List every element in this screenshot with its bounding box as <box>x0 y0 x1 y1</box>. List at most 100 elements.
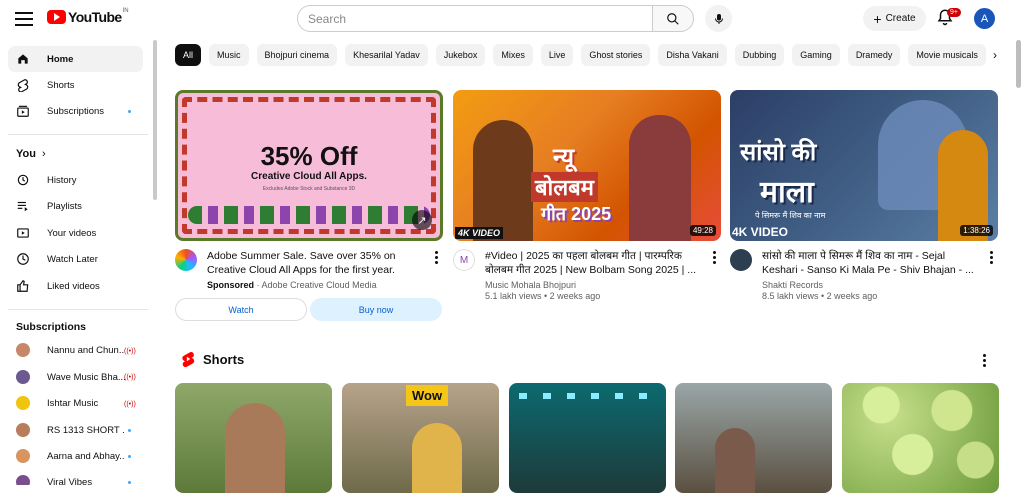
sidebar-item-label: Subscriptions <box>47 105 105 117</box>
sidebar-item-label: Playlists <box>47 200 82 212</box>
sidebar-subscription-item[interactable]: Nannu and Chun... <box>8 337 143 363</box>
live-icon: ((•)) <box>124 401 136 408</box>
short-thumbnail[interactable]: Wow <box>342 383 499 493</box>
short-thumbnail[interactable] <box>842 383 999 493</box>
chip[interactable]: Jukebox <box>435 44 486 66</box>
open-external-icon[interactable]: ↗ <box>412 210 432 230</box>
video-thumbnail[interactable]: न्यू बोलबम गीत 2025 4K VIDEO 49:28 <box>453 90 721 241</box>
ad-headline: 35% Off <box>260 141 358 171</box>
more-options-icon[interactable] <box>435 251 439 264</box>
guava-fruits <box>842 383 999 493</box>
sidebar-item-playlists[interactable]: Playlists <box>8 193 143 219</box>
chip[interactable]: All <box>175 44 202 66</box>
chip[interactable]: Gaming <box>792 44 840 66</box>
chip[interactable]: Disha Vakani <box>658 44 727 66</box>
video-title[interactable]: सांसो की माला पे सिमरू मैं शिव का नाम - … <box>762 249 978 277</box>
search-icon <box>667 12 679 25</box>
sidebar-item-history[interactable]: History <box>8 167 143 193</box>
ad-title[interactable]: Adobe Summer Sale. Save over 35% on Crea… <box>207 249 423 277</box>
search-input[interactable]: Search <box>297 5 653 32</box>
page-scrollbar[interactable] <box>1016 40 1021 88</box>
advertiser-name: Adobe Creative Cloud Media <box>261 280 377 290</box>
shorts-shelf-header: Shorts <box>181 351 244 367</box>
logo-text: YouTube <box>68 9 122 25</box>
channel-avatar[interactable]: M <box>453 249 475 271</box>
channel-avatar <box>16 423 30 437</box>
sidebar-subscription-item[interactable]: RS 1313 SHORT ... <box>8 417 143 443</box>
channel-name: Aarna and Abhay... <box>47 450 125 462</box>
sidebar-subscription-item[interactable]: Aarna and Abhay... <box>8 443 143 469</box>
search-button[interactable] <box>652 5 694 32</box>
video-card[interactable]: सांसो की माला पे सिमरू मैं शिव का नाम 4K… <box>730 90 998 301</box>
stage-lights <box>519 393 656 399</box>
sidebar-subscription-item[interactable]: Ishtar Music <box>8 390 143 416</box>
more-options-icon[interactable] <box>990 251 994 264</box>
short-person <box>225 403 285 493</box>
ad-thumbnail[interactable]: 35% Off Creative Cloud All Apps. Exclude… <box>175 90 443 241</box>
new-content-dot <box>128 481 131 484</box>
guide-menu-button[interactable] <box>14 9 34 29</box>
thumbs-up-icon <box>16 279 30 293</box>
thumbnail-text-new: न्यू <box>553 144 574 171</box>
chip[interactable]: Khesarilal Yadav <box>345 44 428 66</box>
video-duration: 49:28 <box>689 225 716 236</box>
you-heading-label: You <box>16 148 36 160</box>
short-thumbnail[interactable] <box>509 383 666 493</box>
shorts-logo-icon <box>182 352 195 367</box>
plus-icon: + <box>873 10 882 27</box>
ad-metadata: Adobe Summer Sale. Save over 35% on Crea… <box>175 249 443 290</box>
sidebar-item-home[interactable]: Home <box>8 46 143 72</box>
video-thumbnail[interactable]: सांसो की माला पे सिमरू मैं शिव का नाम 4K… <box>730 90 998 241</box>
sidebar-scrollbar[interactable] <box>153 40 157 200</box>
youtube-logo[interactable]: YouTube IN <box>47 8 129 25</box>
thumbnail-text-bolbam: बोलबम <box>531 172 598 202</box>
filter-chips-bar: All Music Bhojpuri cinema Khesarilal Yad… <box>175 44 995 66</box>
channel-name[interactable]: Music Mohala Bhojpuri <box>485 280 701 290</box>
video-title[interactable]: #Video | 2025 का पहला बोलबम गीत | पारम्प… <box>485 249 701 277</box>
ad-card[interactable]: 35% Off Creative Cloud All Apps. Exclude… <box>175 90 443 321</box>
sidebar-item-your-videos[interactable]: Your videos <box>8 220 143 246</box>
chips-next-button[interactable]: › <box>987 44 1003 66</box>
more-options-icon[interactable] <box>713 251 717 264</box>
sidebar-item-label: Liked videos <box>47 280 100 292</box>
watch-button[interactable]: Watch <box>175 298 307 321</box>
create-button[interactable]: + Create <box>863 6 926 31</box>
short-thumbnail[interactable] <box>675 383 832 493</box>
sidebar-divider <box>8 309 148 310</box>
chip[interactable]: Dubbing <box>734 44 785 66</box>
chip[interactable]: Ghost stories <box>581 44 651 66</box>
you-heading[interactable]: You › <box>16 148 46 160</box>
history-icon <box>16 173 30 187</box>
chip[interactable]: Music <box>209 44 249 66</box>
sidebar-item-subscriptions[interactable]: Subscriptions <box>8 98 143 124</box>
channel-name[interactable]: Shakti Records <box>762 280 978 290</box>
subscriptions-heading: Subscriptions <box>16 321 87 333</box>
channel-avatar[interactable] <box>730 249 752 271</box>
video-card[interactable]: न्यू बोलबम गीत 2025 4K VIDEO 49:28 M #Vi… <box>453 90 721 301</box>
video-metadata: M #Video | 2025 का पहला बोलबम गीत | पारम… <box>453 249 721 301</box>
voice-search-button[interactable] <box>705 5 732 32</box>
sidebar-item-shorts[interactable]: Shorts <box>8 72 143 98</box>
masthead: YouTube IN Search + Create 9+ A <box>0 0 1024 38</box>
sidebar-subscription-item[interactable]: Viral Vibes <box>8 469 143 485</box>
chip[interactable]: Mixes <box>493 44 533 66</box>
buy-now-button[interactable]: Buy now <box>310 298 442 321</box>
sidebar-item-liked-videos[interactable]: Liked videos <box>8 273 143 299</box>
sidebar-subscription-item[interactable]: Wave Music Bha... <box>8 364 143 390</box>
channel-avatar <box>16 396 30 410</box>
account-avatar[interactable]: A <box>974 8 995 29</box>
short-person <box>412 423 462 493</box>
sidebar-item-watch-later[interactable]: Watch Later <box>8 246 143 272</box>
chip[interactable]: Live <box>540 44 574 66</box>
chevron-right-icon: › <box>993 48 997 62</box>
shorts-more-icon[interactable] <box>983 354 987 367</box>
chevron-right-icon: › <box>41 148 46 160</box>
channel-avatar <box>16 475 30 485</box>
channel-name: Nannu and Chun... <box>47 344 125 356</box>
chip[interactable]: Bhojpuri cinema <box>256 44 338 66</box>
chip[interactable]: Movie musicals <box>908 44 986 66</box>
chip[interactable]: Dramedy <box>847 44 901 66</box>
shorts-heading: Shorts <box>203 351 245 367</box>
short-tag-wow: Wow <box>406 385 449 406</box>
short-thumbnail[interactable] <box>175 383 332 493</box>
